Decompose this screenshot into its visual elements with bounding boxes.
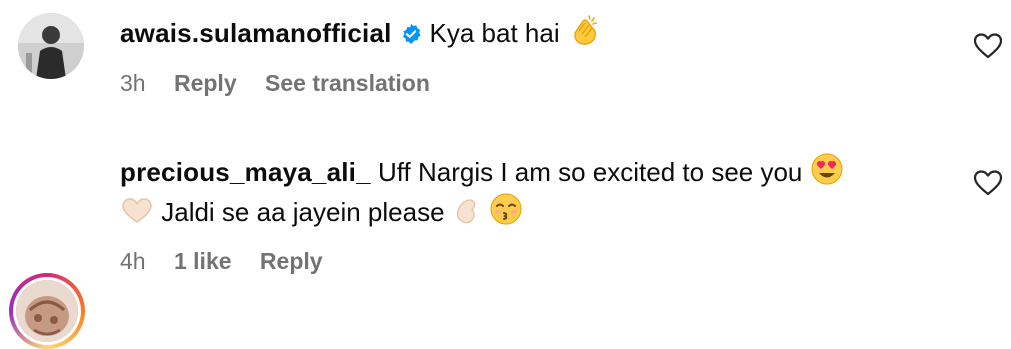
clapping-hands-emoji bbox=[567, 13, 601, 55]
heart-outline-icon[interactable] bbox=[973, 170, 1003, 196]
comment-username[interactable]: awais.sulamanofficial bbox=[120, 18, 392, 48]
comment-text: Jaldi se aa jayein please bbox=[161, 197, 445, 227]
kissing-face-emoji bbox=[489, 192, 523, 234]
comment-1: awais.sulamanofficial Kya bat hai 3h Repl… bbox=[0, 0, 1011, 120]
reply-button[interactable]: Reply bbox=[260, 248, 323, 274]
avatar[interactable] bbox=[13, 277, 81, 345]
comment-body: precious_maya_ali_ Uff Nargis I am so ex… bbox=[120, 152, 844, 194]
reply-button[interactable]: Reply bbox=[174, 70, 237, 96]
heart-outline-icon[interactable] bbox=[973, 33, 1003, 59]
comment-2: precious_maya_ali_ Uff Nargis I am so ex… bbox=[0, 130, 1011, 349]
comment-meta: 4h 1 like Reply bbox=[120, 248, 345, 275]
comment-time: 4h bbox=[120, 248, 146, 274]
comment-body: awais.sulamanofficial Kya bat hai bbox=[120, 13, 601, 55]
comment-username[interactable]: precious_maya_ali_ bbox=[120, 157, 371, 187]
comment-body-line-2: Jaldi se aa jayein please bbox=[120, 192, 523, 234]
heart-eyes-emoji bbox=[810, 152, 844, 194]
verified-badge-icon bbox=[400, 19, 422, 53]
avatar[interactable] bbox=[18, 13, 84, 79]
comment-time: 3h bbox=[120, 70, 146, 96]
comment-text: Uff Nargis I am so excited to see you bbox=[378, 157, 803, 187]
comment-text: Kya bat hai bbox=[429, 18, 560, 48]
pinching-hand-emoji bbox=[452, 194, 482, 234]
likes-count[interactable]: 1 like bbox=[174, 248, 232, 274]
heart-hands-emoji bbox=[120, 196, 154, 234]
see-translation-button[interactable]: See translation bbox=[265, 70, 430, 96]
comment-meta: 3h Reply See translation bbox=[120, 70, 452, 97]
